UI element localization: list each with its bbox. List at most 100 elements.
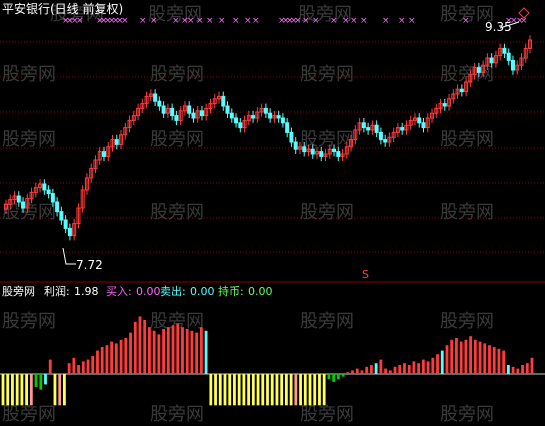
indicator-bar-22 [105,345,109,374]
indicator-bar-12 [58,374,62,406]
indicator-bar-45 [214,374,217,406]
indicator-bar-62 [294,374,298,406]
price-high-label: 9.35 [485,20,512,34]
indicator-bar-39 [185,329,189,374]
indicator-bar-53 [251,374,255,406]
indicator-bar-40 [190,330,194,374]
indicator-bar-111 [525,363,529,374]
candle-body-89 [383,139,388,143]
indicator-bar-67 [318,374,321,406]
watermark-4: 股旁网 [2,64,56,85]
indicator-bar-73 [346,372,350,374]
indicator-bar-11 [53,374,57,406]
indicator-bar-5 [25,374,29,406]
indicator-bar-90 [426,361,430,374]
indicator-bar-9 [44,374,47,385]
watermark-20: 股旁网 [2,404,56,425]
signal-x-17: × [206,16,214,26]
indicator-bar-6 [29,374,33,406]
candle-body-40 [174,115,179,121]
indicator-bar-92 [436,354,439,374]
sell-label: 卖出: [160,285,186,298]
indicator-bar-32 [152,330,156,374]
candle-body-103 [442,103,447,107]
candle-body-3 [16,195,21,203]
indicator-bar-42 [199,327,203,374]
candle-body-37 [161,105,166,114]
price-low-label: 7.72 [76,258,103,272]
candle-body-58 [251,115,256,119]
indicator-bar-50 [237,374,241,406]
indicator-bar-21 [100,347,104,374]
indicator-bar-15 [72,357,76,374]
indicator-bar-105 [497,348,501,374]
candle-body-118 [506,52,511,61]
indicator-bar-29 [138,316,142,374]
candle-body-111 [476,67,481,73]
candle-body-107 [459,88,464,93]
indicator-bar-107 [506,365,510,374]
candle-body-93 [400,127,405,131]
indicator-bar-3 [15,374,19,406]
kline-chart[interactable]: 股旁网 股旁网 股旁网 股旁网股旁网 股旁网 股旁网 股旁网股旁网 股旁网 股旁网 股旁网股旁网股… [0,0,545,426]
signal-x-36: × [462,16,470,26]
candle-body-12 [55,201,60,213]
indicator-bar-13 [63,374,66,406]
profit-value: 1.98 [74,285,99,298]
candle-body-10 [46,189,51,195]
candle-body-54 [234,117,239,124]
indicator-bar-79 [374,363,378,374]
indicator-bar-76 [360,370,364,374]
indicator-bar-109 [516,368,520,374]
candle-body-88 [378,131,383,141]
indicator-bar-55 [261,374,265,406]
indicator-bar-103 [488,345,491,374]
indicator-bar-41 [195,332,199,374]
watermark-8: 股旁网 [2,129,56,150]
indicator-bar-75 [355,368,359,374]
indicator-bar-74 [351,370,354,374]
watermark-5: 股旁网 [150,64,204,85]
signal-x-3: × [76,16,84,26]
indicator-bar-101 [478,341,482,374]
indicator-bar-100 [473,339,477,374]
indicator-bar-94 [445,345,449,374]
candle-body-35 [153,93,158,102]
signal-x-15: × [187,16,195,26]
candle-body-74 [319,151,324,157]
candle-body-64 [276,115,281,119]
candle-body-72 [310,148,315,155]
indicator-bar-49 [233,374,236,406]
watermark-14: 股旁网 [300,202,354,223]
sell-signal-marker: S [362,268,369,281]
indicator-bar-83 [393,366,397,374]
candle-body-14 [63,219,68,229]
indicator-bar-110 [521,365,524,374]
indicator-bar-96 [455,338,458,374]
indicator-bar-97 [459,341,463,374]
candle-body-61 [263,107,268,114]
indicator-bar-108 [511,366,515,374]
indicator-bar-87 [412,361,416,374]
candle-body-11 [50,193,55,203]
indicator-bar-60 [284,374,288,406]
indicator-bar-17 [81,361,85,374]
sell-value: 0.00 [190,285,215,298]
indicator-bar-35 [166,327,170,374]
profit-label: 利润: [44,285,70,298]
indicator-bar-68 [322,374,326,406]
signal-x-16: × [196,16,204,26]
indicator-bar-23 [110,341,114,374]
signal-x-31: × [350,16,358,26]
indicator-bar-10 [48,359,52,374]
indicator-bar-85 [403,363,406,374]
candle-body-36 [157,100,162,107]
indicator-bar-80 [379,359,383,374]
indicator-bar-104 [492,347,496,374]
indicator-bar-7 [34,374,38,388]
indicator-bar-84 [398,365,402,374]
indicator-bar-70 [332,374,336,382]
indicator-bar-63 [299,374,302,406]
indicator-bar-44 [209,374,213,406]
indicator-bar-64 [303,374,307,406]
